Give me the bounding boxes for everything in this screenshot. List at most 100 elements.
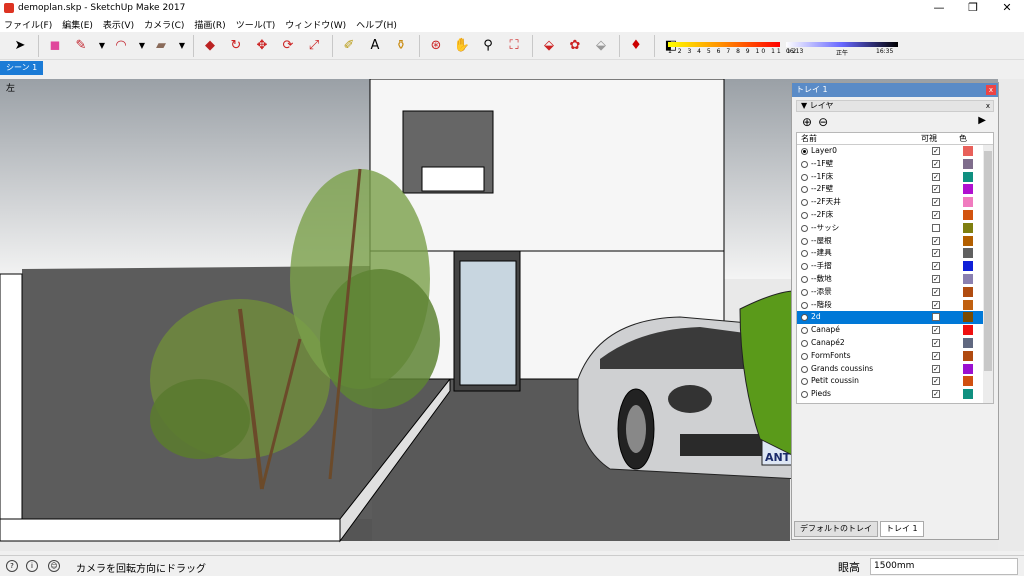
- maximize-button[interactable]: ❐: [956, 0, 990, 16]
- menu-tools[interactable]: ツール(T): [236, 18, 276, 31]
- layer-row[interactable]: Layer0 ✓: [797, 145, 993, 158]
- column-name[interactable]: 名前: [801, 133, 817, 145]
- minimize-button[interactable]: —: [922, 0, 956, 16]
- orbit-icon[interactable]: ⊛: [426, 36, 446, 56]
- measurement-input[interactable]: 1500mm: [870, 558, 1018, 575]
- layer-color-swatch[interactable]: [963, 222, 973, 233]
- active-layer-radio[interactable]: [801, 365, 808, 373]
- move-icon[interactable]: ✥: [252, 36, 272, 56]
- active-layer-radio[interactable]: [801, 160, 808, 168]
- paint-bucket-icon[interactable]: ⚱: [391, 36, 411, 56]
- layer-color-swatch[interactable]: [963, 350, 973, 361]
- month-slider[interactable]: [668, 42, 780, 47]
- chevron-down-icon[interactable]: ▼: [177, 36, 187, 56]
- visibility-checkbox[interactable]: ✓: [932, 249, 940, 258]
- active-layer-radio[interactable]: [801, 199, 808, 207]
- geolocation-icon[interactable]: ?: [6, 560, 18, 572]
- active-layer-radio[interactable]: [801, 186, 808, 194]
- chevron-down-icon[interactable]: ▼: [137, 36, 147, 56]
- panel-close-icon[interactable]: x: [986, 101, 990, 111]
- layer-row[interactable]: --2F床 ✓: [797, 209, 993, 222]
- rectangle-icon[interactable]: ▰: [151, 36, 171, 56]
- visibility-checkbox[interactable]: ✓: [932, 236, 940, 245]
- layer-color-swatch[interactable]: [963, 184, 973, 195]
- visibility-checkbox[interactable]: ✓: [932, 351, 940, 360]
- layer-row[interactable]: --屋根 ✓: [797, 235, 993, 248]
- active-layer-radio[interactable]: [801, 339, 808, 347]
- layer-row[interactable]: --2F天井 ✓: [797, 196, 993, 209]
- tab-tray-1[interactable]: トレイ 1: [880, 521, 924, 537]
- visibility-checkbox[interactable]: ✓: [932, 185, 940, 194]
- visibility-checkbox[interactable]: ✓: [932, 274, 940, 283]
- layer-color-swatch[interactable]: [963, 261, 973, 272]
- layer-color-swatch[interactable]: [963, 363, 973, 374]
- layer-row[interactable]: Petit coussin ✓: [797, 375, 993, 388]
- visibility-checkbox[interactable]: [932, 223, 940, 232]
- tape-measure-icon[interactable]: ✐: [339, 36, 359, 56]
- visibility-checkbox[interactable]: ✓: [932, 159, 940, 168]
- close-button[interactable]: ✕: [990, 0, 1024, 16]
- remove-layer-icon[interactable]: ⊖: [818, 115, 828, 129]
- extension-icon[interactable]: ✿: [565, 36, 585, 56]
- layer-row[interactable]: --添景 ✓: [797, 286, 993, 299]
- layer-row[interactable]: Canapé ✓: [797, 324, 993, 337]
- warehouse-icon[interactable]: ⬙: [539, 36, 559, 56]
- layer-row[interactable]: --敷地 ✓: [797, 273, 993, 286]
- visibility-checkbox[interactable]: ✓: [932, 338, 940, 347]
- visibility-checkbox[interactable]: ✓: [932, 147, 940, 155]
- layer-color-swatch[interactable]: [963, 273, 973, 284]
- active-layer-radio[interactable]: [801, 173, 808, 181]
- layer-scrollbar[interactable]: [983, 145, 993, 403]
- rotate-icon[interactable]: ⟳: [278, 36, 298, 56]
- active-layer-radio[interactable]: [801, 275, 808, 283]
- layer-color-swatch[interactable]: [963, 299, 973, 310]
- chevron-down-icon[interactable]: ▼: [97, 36, 107, 56]
- follow-me-icon[interactable]: ↻: [226, 36, 246, 56]
- active-layer-radio[interactable]: [801, 263, 808, 271]
- layer-row[interactable]: --2F壁 ✓: [797, 183, 993, 196]
- menu-draw[interactable]: 描画(R): [194, 18, 225, 31]
- menu-camera[interactable]: カメラ(C): [144, 18, 184, 31]
- active-layer-radio[interactable]: [801, 352, 808, 360]
- ruby-icon[interactable]: ♦: [626, 36, 646, 56]
- eraser-icon[interactable]: ◼: [45, 36, 65, 56]
- layer-row[interactable]: --1F床 ✓: [797, 171, 993, 184]
- menu-help[interactable]: ヘルプ(H): [356, 18, 397, 31]
- push-pull-icon[interactable]: ◆: [200, 36, 220, 56]
- active-layer-radio[interactable]: [801, 211, 808, 219]
- active-layer-radio[interactable]: [801, 327, 808, 335]
- layer-color-swatch[interactable]: [963, 197, 973, 208]
- info-icon[interactable]: i: [26, 560, 38, 572]
- layer-color-swatch[interactable]: [963, 235, 973, 246]
- layer-row[interactable]: --手摺 ✓: [797, 260, 993, 273]
- layer-row[interactable]: --1F壁 ✓: [797, 158, 993, 171]
- time-slider[interactable]: [786, 42, 898, 47]
- active-layer-radio[interactable]: [801, 301, 808, 309]
- layer-color-swatch[interactable]: [963, 171, 973, 182]
- layer-row[interactable]: Pieds ✓: [797, 388, 993, 401]
- active-layer-radio[interactable]: [801, 288, 808, 296]
- layer-row[interactable]: --サッシ: [797, 222, 993, 235]
- layer-color-swatch[interactable]: [963, 325, 973, 336]
- menu-window[interactable]: ウィンドウ(W): [285, 18, 346, 31]
- tray-close-icon[interactable]: x: [986, 85, 996, 95]
- layer-color-swatch[interactable]: [963, 158, 973, 169]
- layer-row[interactable]: 2d: [797, 311, 993, 325]
- active-layer-radio[interactable]: [801, 378, 808, 386]
- scale-icon[interactable]: ⤢: [304, 36, 324, 56]
- column-visible[interactable]: 可視: [921, 133, 937, 145]
- zoom-extents-icon[interactable]: ⛶: [504, 36, 524, 56]
- active-layer-radio[interactable]: [801, 224, 808, 232]
- visibility-checkbox[interactable]: ✓: [932, 287, 940, 296]
- layer-row[interactable]: Canapé2 ✓: [797, 337, 993, 350]
- zoom-icon[interactable]: ⚲: [478, 36, 498, 56]
- visibility-checkbox[interactable]: ✓: [932, 390, 940, 399]
- user-icon[interactable]: ☺: [48, 560, 60, 572]
- visibility-checkbox[interactable]: ✓: [932, 210, 940, 219]
- menu-view[interactable]: 表示(V): [103, 18, 134, 31]
- layer-color-swatch[interactable]: [963, 312, 973, 323]
- active-layer-radio[interactable]: [801, 148, 808, 155]
- pan-icon[interactable]: ✋: [452, 36, 472, 56]
- details-arrow-icon[interactable]: ▶: [978, 115, 986, 126]
- select-arrow-icon[interactable]: ➤: [10, 36, 30, 56]
